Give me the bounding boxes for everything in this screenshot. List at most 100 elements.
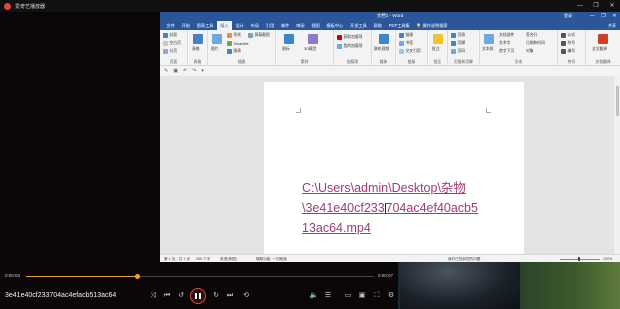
pip-icon[interactable]: ▣ [357, 291, 367, 301]
group-illustrations-label: 插图 [237, 60, 246, 64]
blank-page-button[interactable]: 空白页 [163, 41, 181, 46]
group-symbols: 公式 符号 编号 符号 [558, 30, 586, 66]
tab-file[interactable]: 文件 [163, 21, 178, 30]
equation-button[interactable]: 公式 [561, 33, 575, 38]
settings-icon[interactable]: ⚙ [386, 291, 396, 301]
full-translate-button[interactable]: 全文翻译 [592, 47, 607, 52]
tab-pdf-tools[interactable]: PDF工具集 [385, 21, 413, 30]
page-break-button[interactable]: 分页 [163, 49, 177, 54]
cross-reference-button[interactable]: 交叉引用 [399, 49, 421, 54]
pause-icon-bar-right [199, 293, 201, 299]
zoom-slider-knob[interactable] [578, 257, 580, 261]
drop-cap-button[interactable]: 首字下沉 [499, 49, 514, 54]
smartart-button[interactable]: SmartArt [227, 41, 248, 46]
text-box-button[interactable]: 文本框 [482, 47, 493, 52]
rewind-icon[interactable]: ↺ [176, 291, 186, 301]
pen-icon[interactable]: ✎ [164, 68, 168, 74]
player-window-controls: — ❐ ✕ [572, 0, 620, 12]
save-icon[interactable]: ▣ [173, 68, 178, 74]
date-time-button[interactable]: 日期和时间 [526, 41, 545, 46]
progress-knob[interactable] [134, 273, 140, 279]
tab-chart-tools[interactable]: 图表工具 [193, 21, 217, 30]
tab-view[interactable]: 视图 [308, 21, 323, 30]
group-materials-label: 素材 [300, 60, 309, 64]
tab-mailings[interactable]: 邮件 [278, 21, 293, 30]
player-close-button[interactable]: ✕ [604, 0, 620, 12]
hyperlink-text[interactable]: C:\Users\admin\Desktop\杂物 \3e41e40cf23370… [302, 178, 492, 238]
customize-qat-icon[interactable]: ▾ [201, 68, 204, 74]
word-minimize-button[interactable]: — [587, 12, 598, 21]
page-number-button[interactable]: 页码 [451, 49, 465, 54]
table-button[interactable]: 表格 [192, 47, 200, 52]
vertical-scrollbar[interactable] [614, 76, 620, 254]
group-comments-label: 批注 [433, 60, 442, 64]
word-close-button[interactable]: ✕ [609, 12, 620, 21]
object-button[interactable]: 对象 [526, 49, 534, 54]
group-translate-label: 文档翻译 [595, 60, 611, 64]
zoom-slider[interactable] [560, 257, 600, 261]
status-notice[interactable]: 我们已找到您的问题 [448, 257, 480, 262]
next-icon[interactable]: ⏭ [225, 291, 235, 301]
group-translate: 全文翻译 文档翻译 [586, 30, 620, 66]
share-button[interactable]: 共享 [608, 23, 616, 29]
zoom-level[interactable]: 100% [603, 257, 612, 261]
undo-icon[interactable]: ↶ [183, 68, 187, 74]
screenshot-button[interactable]: 屏幕截图 [248, 33, 270, 38]
footer-button[interactable]: 页脚 [451, 41, 465, 46]
word-window-controls: — ❐ ✕ [587, 12, 620, 21]
shuffle-icon[interactable]: ⤨ [148, 291, 158, 301]
icons-button[interactable]: 图标 [282, 47, 290, 52]
tell-me-search[interactable]: 💡 操作说明搜索 [416, 21, 448, 30]
group-links: 链接 书签 交叉引用 链接 [396, 30, 428, 66]
player-minimize-button[interactable]: — [572, 0, 588, 12]
bookmark-button[interactable]: 书签 [399, 41, 413, 46]
word-maximize-button[interactable]: ❐ [598, 12, 609, 21]
picture-button[interactable]: 图片 [211, 47, 219, 52]
link-icon [399, 33, 404, 38]
hyperlink-line-2a: \3e41e40cf233 [302, 201, 385, 215]
tab-references[interactable]: 引用 [262, 21, 277, 30]
mini-mode-icon[interactable]: ▭ [343, 291, 353, 301]
chart-button[interactable]: 图表 [227, 49, 241, 54]
group-addins-label: 加载项 [346, 60, 359, 64]
tab-review[interactable]: 审阅 [293, 21, 308, 30]
symbol-button[interactable]: 符号 [561, 41, 575, 46]
signature-line-button[interactable]: 签名行 [526, 33, 537, 38]
comment-button[interactable]: 批注 [432, 47, 440, 52]
cover-page-button[interactable]: 封面 [163, 33, 177, 38]
my-addins-button[interactable]: 我的加载项 [337, 44, 362, 49]
vertical-scrollbar-thumb[interactable] [615, 86, 619, 116]
fullscreen-icon[interactable]: ⛶ [372, 291, 382, 301]
player-maximize-button[interactable]: ❐ [588, 0, 604, 12]
loop-icon[interactable]: ⟲ [241, 291, 251, 301]
pause-button[interactable] [190, 288, 206, 304]
volume-icon[interactable]: 🔈 [309, 291, 319, 301]
tab-layout[interactable]: 布局 [247, 21, 262, 30]
redo-icon[interactable]: ↷ [192, 68, 196, 74]
3d-model-button[interactable]: 3D模型 [304, 47, 316, 52]
status-accessibility[interactable]: 辅助功能: 一切就绪 [256, 257, 287, 262]
tab-design[interactable]: 设计 [232, 21, 247, 30]
wordart-button[interactable]: 艺术字 [499, 41, 510, 46]
progress-track[interactable] [26, 273, 374, 279]
number-button[interactable]: 编号 [561, 49, 575, 54]
shapes-button[interactable]: 形状 [227, 33, 241, 38]
online-video-button[interactable]: 联机视频 [374, 47, 389, 52]
tab-home[interactable]: 开始 [178, 21, 193, 30]
document-page[interactable]: C:\Users\admin\Desktop\杂物 \3e41e40cf23370… [264, 82, 524, 254]
get-addins-button[interactable]: 获取加载项 [337, 35, 362, 40]
tab-developer[interactable]: 开发工具 [347, 21, 371, 30]
word-sign-in[interactable]: 登录 [564, 13, 572, 19]
playlist-icon[interactable]: ☰ [323, 291, 333, 301]
forward-icon[interactable]: ↻ [211, 291, 221, 301]
tab-template-center[interactable]: 模板中心 [323, 21, 347, 30]
tab-help[interactable]: 帮助 [370, 21, 385, 30]
previous-icon[interactable]: ⏮ [162, 291, 172, 301]
quick-parts-button[interactable]: 文档部件 [499, 33, 514, 38]
status-page[interactable]: 第 1 页，共 1 页 [164, 257, 190, 262]
status-words[interactable]: 355 个字 [196, 257, 210, 262]
header-button[interactable]: 页眉 [451, 33, 465, 38]
tab-insert[interactable]: 插入 [216, 21, 233, 30]
link-button[interactable]: 链接 [399, 33, 413, 38]
status-language[interactable]: 英语(美国) [220, 257, 237, 262]
